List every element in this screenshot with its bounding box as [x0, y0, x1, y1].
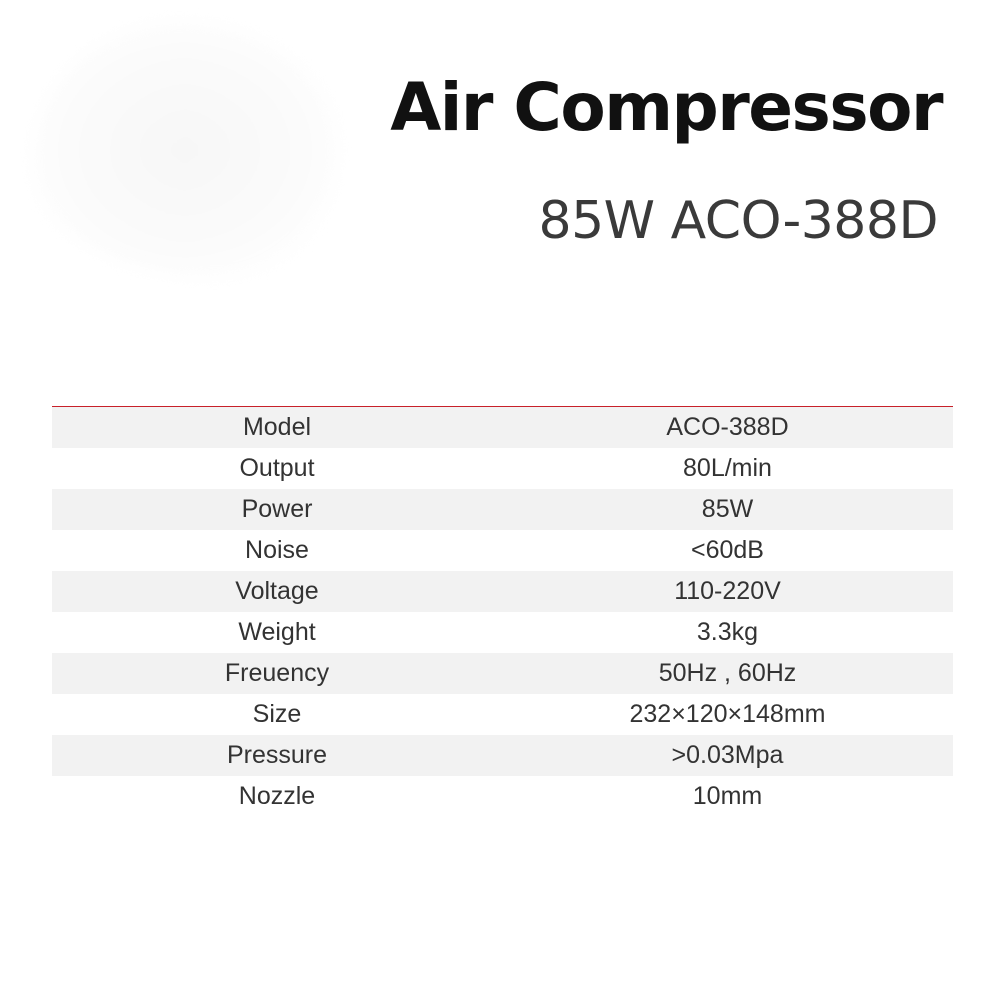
spec-value: 3.3kg: [696, 618, 759, 646]
spec-value: >0.03Mpa: [671, 741, 784, 769]
product-title: Air Compressor: [390, 69, 943, 146]
spec-table: Model ACO-388D Output 80L/min Power 85W …: [52, 406, 953, 817]
spec-value: ACO-388D: [666, 413, 789, 441]
product-image-placeholder: [30, 20, 340, 280]
spec-row-model: Model ACO-388D: [52, 407, 953, 448]
spec-row-weight: Weight 3.3kg: [52, 612, 953, 653]
spec-label: Nozzle: [238, 782, 316, 810]
spec-row-size: Size 232×120×148mm: [52, 694, 953, 735]
spec-value: 50Hz , 60Hz: [658, 659, 797, 687]
spec-label: Pressure: [226, 741, 328, 769]
spec-label: Freuency: [224, 659, 330, 687]
spec-label: Size: [252, 700, 302, 728]
spec-label: Model: [242, 413, 312, 441]
product-spec-page: Air Compressor 85W ACO-388D Model ACO-38…: [0, 0, 1000, 1000]
spec-label: Output: [239, 454, 315, 482]
spec-row-pressure: Pressure >0.03Mpa: [52, 735, 953, 776]
spec-value: <60dB: [691, 536, 764, 564]
spec-value: 232×120×148mm: [629, 700, 826, 728]
product-subtitle: 85W ACO-388D: [538, 191, 938, 251]
spec-label: Weight: [238, 618, 316, 646]
spec-row-noise: Noise <60dB: [52, 530, 953, 571]
spec-value: 80L/min: [683, 454, 772, 482]
spec-label: Noise: [245, 536, 309, 564]
spec-label: Voltage: [235, 577, 319, 605]
spec-value: 10mm: [692, 782, 763, 810]
spec-row-voltage: Voltage 110-220V: [52, 571, 953, 612]
spec-row-power: Power 85W: [52, 489, 953, 530]
spec-row-nozzle: Nozzle 10mm: [52, 776, 953, 817]
spec-row-output: Output 80L/min: [52, 448, 953, 489]
spec-label: Power: [241, 495, 313, 523]
spec-row-frequency: Freuency 50Hz , 60Hz: [52, 653, 953, 694]
spec-value: 110-220V: [674, 577, 781, 605]
spec-value: 85W: [701, 495, 754, 523]
